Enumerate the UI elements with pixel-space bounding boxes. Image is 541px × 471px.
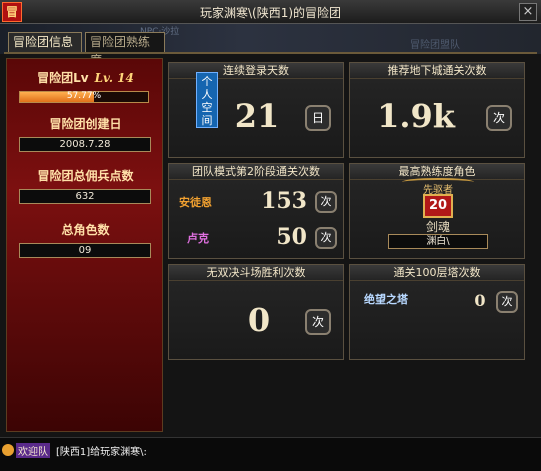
title-bar[interactable]: 冒 玩家渊寒\(陕西1)的冒险团 × bbox=[0, 0, 541, 24]
count-unit-icon: 次 bbox=[486, 105, 512, 131]
background-faint-text: 冒险团盟队 bbox=[410, 40, 460, 51]
raid-clears-card: 团队模式第2阶段通关次数 安徒恩 153 次 卢克 50 次 bbox=[168, 163, 344, 259]
login-days-card: 连续登录天数 个人空间 21 日 bbox=[168, 62, 344, 158]
dungeon-clears-card: 推荐地下城通关次数 1.9k 次 bbox=[349, 62, 525, 158]
tower-name: 绝望之塔 bbox=[364, 293, 408, 306]
mastery-job-name: 剑魂 bbox=[425, 220, 450, 234]
tower-clears-card: 通关100层塔次数 绝望之塔 0 次 bbox=[349, 264, 525, 360]
close-button[interactable]: × bbox=[519, 3, 537, 21]
top-mastery-card: 最高熟练度角色 先驱者 20 剑魂 渊白\ bbox=[349, 163, 525, 259]
arena-wins-value: 0 bbox=[247, 301, 271, 339]
created-date-label: 冒险团创建日 bbox=[49, 117, 122, 131]
arena-wins-title: 无双决斗场胜利次数 bbox=[169, 265, 343, 281]
raid-luke-value: 50 bbox=[276, 224, 307, 250]
chat-channel-tag[interactable]: 欢迎队 bbox=[16, 443, 50, 458]
tab-divider bbox=[4, 52, 537, 54]
dungeon-clears-title: 推荐地下城通关次数 bbox=[350, 63, 524, 79]
chat-message: [陕西1]给玩家渊寒\: bbox=[56, 447, 147, 458]
tab-team-mastery[interactable]: 冒险团熟练度 bbox=[85, 32, 165, 67]
tower-clears-title: 通关100层塔次数 bbox=[350, 265, 524, 281]
dungeon-clears-value: 1.9k bbox=[377, 97, 455, 135]
raid-luke-unit-icon: 次 bbox=[315, 227, 337, 249]
day-unit-icon: 日 bbox=[305, 105, 331, 131]
mastery-rank-badge: 20 bbox=[423, 194, 453, 218]
team-level-row: 冒险团Lv Lv. 14 bbox=[7, 69, 164, 86]
raid-luke-name: 卢克 bbox=[187, 232, 209, 245]
team-level-value: Lv. 14 bbox=[94, 71, 134, 85]
raid-clears-title: 团队模式第2阶段通关次数 bbox=[169, 164, 343, 180]
mercenary-points-value: 632 bbox=[19, 189, 151, 204]
arena-wins-card: 无双决斗场胜利次数 0 次 bbox=[168, 264, 344, 360]
chat-bar: 欢迎队 [陕西1]给玩家渊寒\: bbox=[0, 437, 541, 471]
tower-unit-icon: 次 bbox=[496, 291, 518, 313]
adventure-team-window: 冒 玩家渊寒\(陕西1)的冒险团 × NPC·沙拉 冒险团盟队 冒险团信息 冒险… bbox=[0, 0, 541, 471]
character-count-label: 总角色数 bbox=[61, 223, 110, 237]
personal-space-button[interactable]: 个人空间 bbox=[196, 72, 218, 128]
character-count-value: 09 bbox=[19, 243, 151, 258]
team-level-label: 冒险团Lv bbox=[37, 71, 89, 85]
mastery-character-name: 渊白\ bbox=[388, 234, 488, 249]
raid-anton-unit-icon: 次 bbox=[315, 191, 337, 213]
created-date-value: 2008.7.28 bbox=[19, 137, 151, 152]
raid-anton-value: 153 bbox=[261, 188, 307, 214]
mercenary-points-label: 冒险团总佣兵点数 bbox=[37, 169, 134, 183]
tab-team-info[interactable]: 冒险团信息 bbox=[8, 32, 82, 52]
team-exp-bar: 57.77% bbox=[19, 91, 149, 103]
team-exp-text: 57.77% bbox=[66, 91, 102, 101]
raid-anton-name: 安徒恩 bbox=[179, 196, 212, 209]
tower-clears-value: 0 bbox=[474, 291, 486, 310]
arena-unit-icon: 次 bbox=[305, 309, 331, 335]
chat-emote-icon[interactable] bbox=[2, 444, 14, 456]
window-title: 玩家渊寒\(陕西1)的冒险团 bbox=[199, 6, 342, 20]
login-days-value: 21 bbox=[234, 97, 280, 135]
team-summary-panel: 冒险团Lv Lv. 14 57.77% 冒险团创建日 2008.7.28 冒险团总… bbox=[6, 58, 163, 432]
